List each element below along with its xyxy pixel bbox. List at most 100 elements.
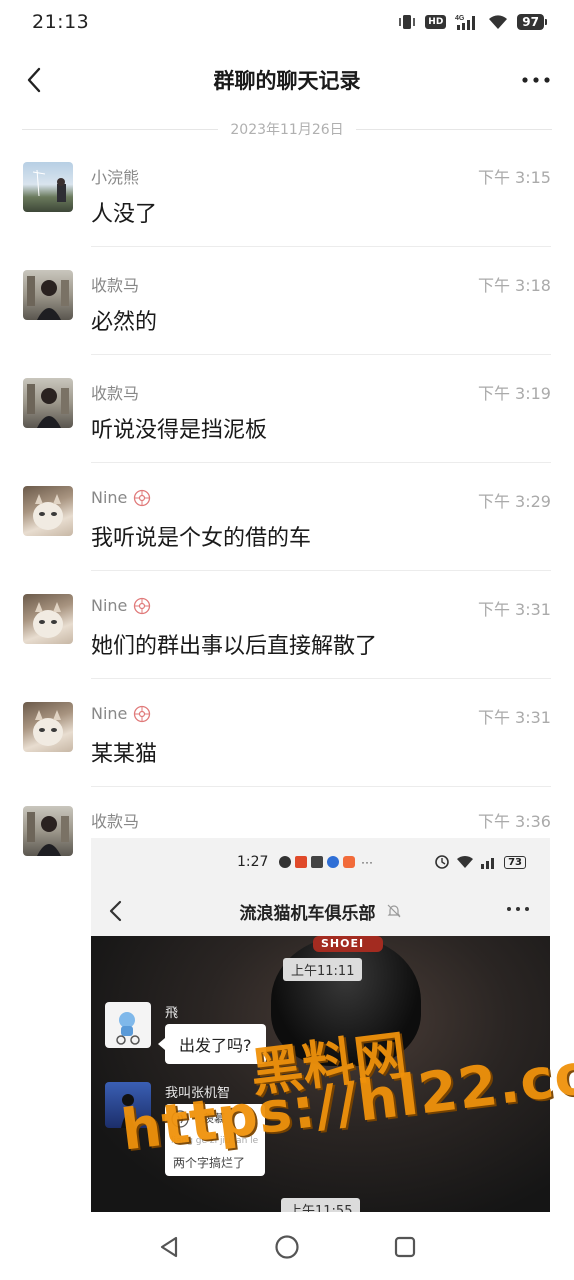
message-text[interactable]: 必然的 bbox=[91, 304, 157, 336]
avatar[interactable] bbox=[23, 702, 73, 752]
nav-bar: 群聊的聊天记录 bbox=[0, 52, 574, 108]
wifi-icon bbox=[488, 14, 508, 30]
message-time: 下午 3:29 bbox=[477, 492, 551, 511]
back-button[interactable] bbox=[16, 62, 52, 98]
system-back-button[interactable] bbox=[155, 1233, 183, 1261]
avatar[interactable] bbox=[23, 270, 73, 320]
page-title: 群聊的聊天记录 bbox=[213, 69, 361, 93]
divider-line bbox=[355, 128, 553, 130]
helmet-brand: SHOEI bbox=[321, 937, 365, 950]
screenshot-nav-bar: 流浪猫机车俱乐部 bbox=[91, 886, 550, 936]
sender-name-text: Nine bbox=[91, 704, 128, 723]
message-text[interactable]: 人没了 bbox=[91, 196, 157, 228]
avatar[interactable] bbox=[23, 486, 73, 536]
time-stamp: 上午11:55 bbox=[281, 1198, 361, 1212]
message-divider bbox=[91, 570, 551, 571]
message-text[interactable]: 我听说是个女的借的车 bbox=[91, 520, 311, 552]
avatar bbox=[105, 1002, 151, 1048]
alarm-icon bbox=[435, 855, 449, 869]
battery-icon: 97 bbox=[517, 14, 547, 30]
status-icons: HD 4G 97 bbox=[398, 13, 547, 31]
message-divider bbox=[91, 786, 551, 787]
screenshot-sender: 我叫张机智 bbox=[165, 1086, 231, 1101]
avatar[interactable] bbox=[23, 378, 73, 428]
voice-pinyin: liang ge zi jiu lan le bbox=[171, 1136, 259, 1146]
date-divider: 2023年11月26日 bbox=[22, 117, 553, 141]
message-text[interactable]: 某某猫 bbox=[91, 736, 157, 768]
voice-transcript: 羡慕 bbox=[203, 1112, 225, 1125]
more-options-button[interactable] bbox=[518, 64, 554, 96]
sender-name-text: Nine bbox=[91, 488, 128, 507]
sender-name: Nine bbox=[91, 488, 151, 507]
sender-name: Nine bbox=[91, 596, 151, 615]
avatar[interactable] bbox=[23, 162, 73, 212]
message-time: 下午 3:31 bbox=[477, 600, 551, 619]
list-item[interactable]: Nine 下午 3:31 某某猫 bbox=[0, 698, 574, 806]
list-item[interactable]: 收款马 下午 3:18 必然的 bbox=[0, 266, 574, 374]
message-time: 下午 3:19 bbox=[477, 384, 551, 403]
system-navigation-bar bbox=[0, 1214, 574, 1280]
message-divider bbox=[91, 462, 551, 463]
helmet-background bbox=[271, 936, 421, 1066]
sender-name: 收款马 bbox=[91, 384, 140, 403]
sender-name: Nine bbox=[91, 704, 151, 723]
more-dots-icon bbox=[522, 77, 550, 83]
message-text[interactable]: 她们的群出事以后直接解散了 bbox=[91, 628, 377, 660]
status-bar: 21:13 HD 4G 97 bbox=[0, 0, 574, 44]
list-item[interactable]: Nine 下午 3:29 我听说是个女的借的车 bbox=[0, 482, 574, 590]
voice-subtext: 两个字搞烂了 bbox=[173, 1156, 246, 1170]
message-divider bbox=[91, 354, 551, 355]
avatar bbox=[105, 1082, 151, 1128]
message-divider bbox=[91, 246, 551, 247]
screenshot-chat-title: 流浪猫机车俱乐部 bbox=[239, 903, 376, 924]
message-time: 下午 3:36 bbox=[477, 812, 551, 831]
image-message[interactable]: 1:27 ··· 73 流浪猫机车俱乐部 SHOEI 上午11:11 飛 出发了… bbox=[91, 838, 550, 1212]
avatar[interactable] bbox=[23, 806, 73, 856]
more-dots-icon bbox=[507, 907, 529, 911]
message-text[interactable]: 听说没得是挡泥板 bbox=[91, 412, 267, 444]
cellular-signal-icon bbox=[481, 858, 495, 869]
system-recents-button[interactable] bbox=[391, 1233, 419, 1261]
sender-name: 收款马 bbox=[91, 812, 140, 831]
divider-line bbox=[22, 128, 219, 130]
hd-icon: HD bbox=[425, 15, 447, 29]
flower-badge-icon bbox=[133, 705, 151, 723]
chevron-left-icon bbox=[27, 67, 41, 93]
message-time: 下午 3:18 bbox=[477, 276, 551, 295]
message-time: 下午 3:31 bbox=[477, 708, 551, 727]
screenshot-status-bar: 1:27 ··· 73 bbox=[91, 838, 550, 886]
triangle-back-icon bbox=[160, 1236, 178, 1258]
avatar[interactable] bbox=[23, 594, 73, 644]
system-home-button[interactable] bbox=[273, 1233, 301, 1261]
message-divider bbox=[91, 678, 551, 679]
sender-name: 收款马 bbox=[91, 276, 140, 295]
list-item[interactable]: 收款马 下午 3:19 听说没得是挡泥板 bbox=[0, 374, 574, 482]
screenshot-status-icons: 73 bbox=[434, 854, 526, 870]
flower-badge-icon bbox=[133, 489, 151, 507]
list-item[interactable]: 小浣熊 下午 3:15 人没了 bbox=[0, 158, 574, 266]
chevron-left-icon bbox=[109, 900, 122, 922]
screenshot-message-bubble: 出发了吗? bbox=[158, 1024, 266, 1064]
screenshot-sender: 飛 bbox=[165, 1006, 179, 1021]
sender-name-text: Nine bbox=[91, 596, 128, 615]
cellular-signal-icon: 4G bbox=[455, 13, 479, 31]
wifi-icon bbox=[457, 855, 474, 868]
vibrate-icon bbox=[398, 14, 416, 30]
screenshot-time: 1:27 ··· bbox=[237, 854, 387, 870]
date-label: 2023年11月26日 bbox=[230, 122, 344, 138]
status-time: 21:13 bbox=[32, 11, 90, 33]
list-item[interactable]: Nine 下午 3:31 她们的群出事以后直接解散了 bbox=[0, 590, 574, 698]
status-app-icons: ··· bbox=[278, 855, 373, 869]
screenshot-chat-body: SHOEI 上午11:11 飛 出发了吗? 我叫张机智 羡慕 liang ge … bbox=[91, 936, 550, 1212]
sender-name: 小浣熊 bbox=[91, 168, 140, 187]
voice-icon bbox=[171, 1110, 189, 1128]
circle-home-icon bbox=[275, 1235, 299, 1259]
svg-text:4G: 4G bbox=[455, 15, 465, 22]
mute-bell-icon bbox=[386, 903, 402, 919]
voice-message-bubble: 羡慕 liang ge zi jiu lan le 两个字搞烂了 bbox=[165, 1104, 265, 1176]
svg-text:···: ··· bbox=[361, 855, 373, 869]
flower-badge-icon bbox=[133, 597, 151, 615]
battery-icon: 73 bbox=[504, 855, 526, 869]
square-recents-icon bbox=[394, 1236, 416, 1258]
message-time: 下午 3:15 bbox=[477, 168, 551, 187]
